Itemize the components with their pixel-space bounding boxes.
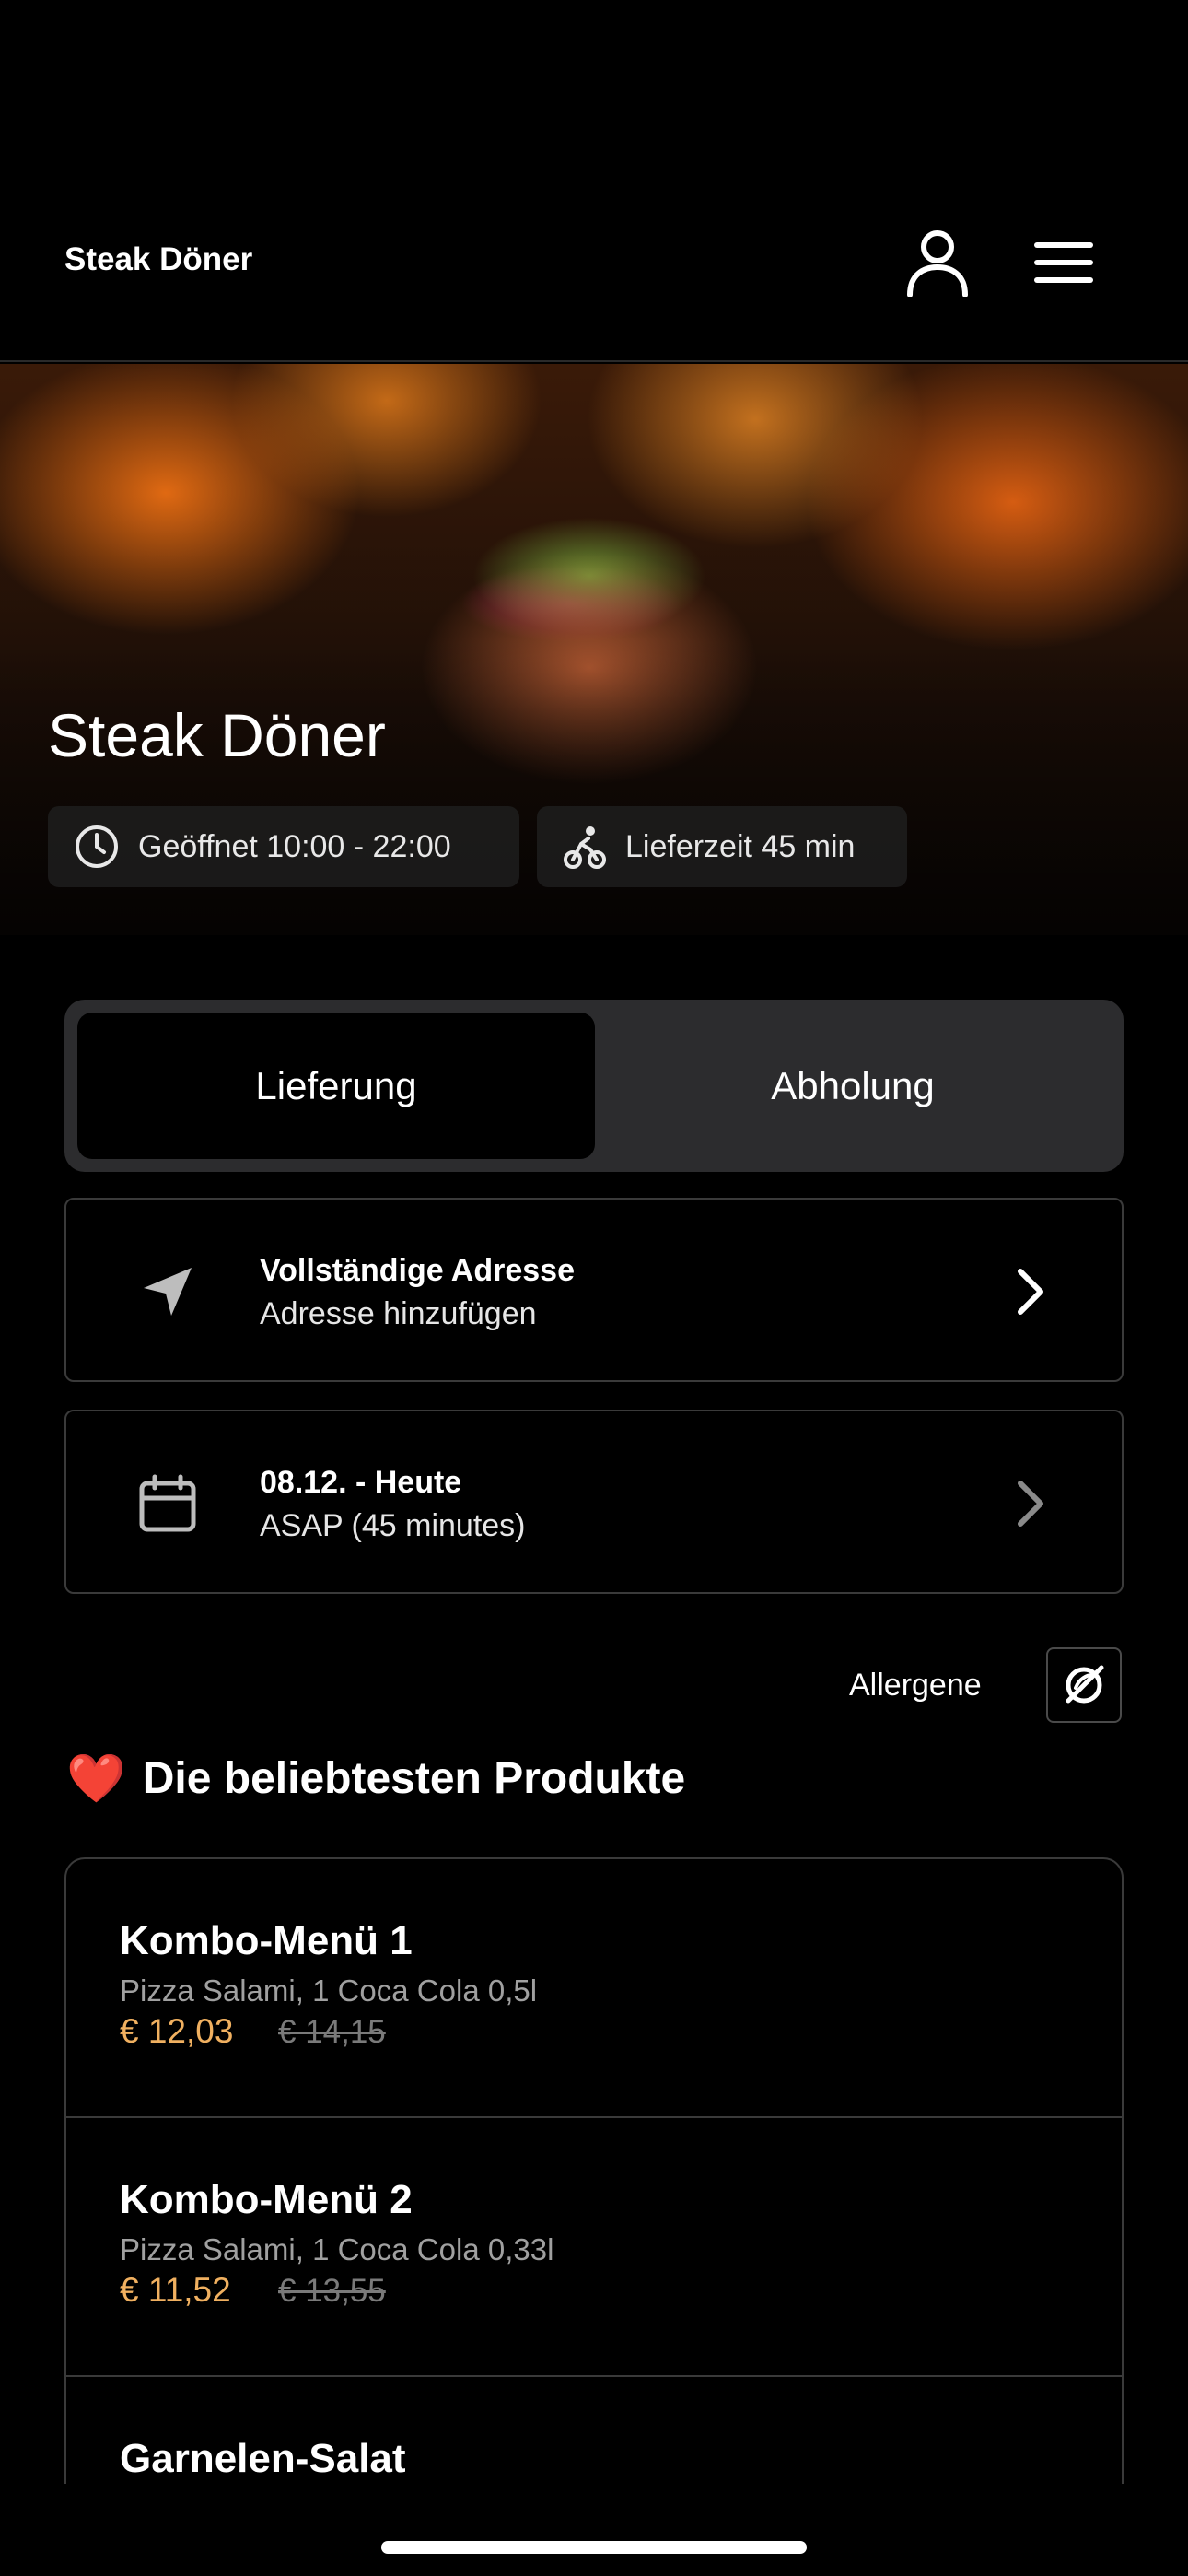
date-card-subtitle: ASAP (45 minutes) [260,1508,526,1543]
product-price: € 12,03 [120,2012,234,2050]
popular-title-text: Die beliebtesten Produkte [142,1754,686,1803]
date-time-card[interactable]: 08.12. - Heute ASAP (45 minutes) [64,1410,1124,1594]
opening-hours-chip: Geöffnet 10:00 - 22:00 [48,806,519,887]
app-header: Steak Döner [0,0,1188,362]
product-item[interactable]: Garnelen-Salat [66,2377,1122,2484]
product-item[interactable]: Kombo-Menü 2 Pizza Salami, 1 Coca Cola 0… [66,2118,1122,2377]
calendar-icon [131,1467,204,1540]
home-indicator[interactable] [381,2541,807,2554]
location-arrow-icon [131,1255,204,1329]
tab-abholung[interactable]: Abholung [595,1013,1111,1159]
delivery-time-text: Lieferzeit 45 min [625,828,856,864]
product-list: Kombo-Menü 1 Pizza Salami, 1 Coca Cola 0… [64,1857,1124,2484]
product-item[interactable]: Kombo-Menü 1 Pizza Salami, 1 Coca Cola 0… [66,1859,1122,2118]
bike-icon [564,826,606,869]
brand-name[interactable]: Steak Döner [64,241,252,278]
address-card-subtitle: Adresse hinzufügen [260,1296,537,1331]
heart-icon: ❤️ [66,1752,126,1806]
chevron-right-icon [1018,1481,1043,1527]
user-icon [907,230,968,297]
allergen-filter-button[interactable] [1046,1647,1122,1723]
product-name: Garnelen-Salat [120,2436,406,2481]
opening-hours-text: Geöffnet 10:00 - 22:00 [138,828,451,864]
allergen-label[interactable]: Allergene [849,1668,982,1704]
menu-icon [1034,242,1093,283]
product-price: € 11,52 [120,2271,231,2309]
hero-banner: Steak Döner Geöffnet 10:00 - 22:00 Liefe… [0,364,1188,935]
allergen-icon [1066,1665,1104,1704]
account-button[interactable] [896,221,979,304]
menu-button[interactable] [1022,221,1105,304]
tab-lieferung[interactable]: Lieferung [77,1013,595,1159]
product-description: Pizza Salami, 1 Coca Cola 0,5l [120,1973,538,2008]
product-description: Pizza Salami, 1 Coca Cola 0,33l [120,2232,554,2266]
popular-section-title: ❤️ Die beliebtesten Produkte [66,1751,685,1807]
restaurant-title: Steak Döner [48,701,386,769]
order-mode-toggle: Lieferung Abholung [64,1000,1124,1172]
date-card-title: 08.12. - Heute [260,1465,462,1500]
product-name: Kombo-Menü 1 [120,1918,413,1963]
chevron-right-icon [1018,1269,1043,1315]
address-card-title: Vollständige Adresse [260,1253,575,1288]
product-old-price: € 14,15 [278,2014,386,2050]
hero-shade [0,640,1188,935]
delivery-time-chip: Lieferzeit 45 min [537,806,907,887]
clock-icon [76,825,118,868]
address-card[interactable]: Vollständige Adresse Adresse hinzufügen [64,1198,1124,1382]
product-old-price: € 13,55 [278,2273,386,2309]
product-name: Kombo-Menü 2 [120,2177,413,2222]
